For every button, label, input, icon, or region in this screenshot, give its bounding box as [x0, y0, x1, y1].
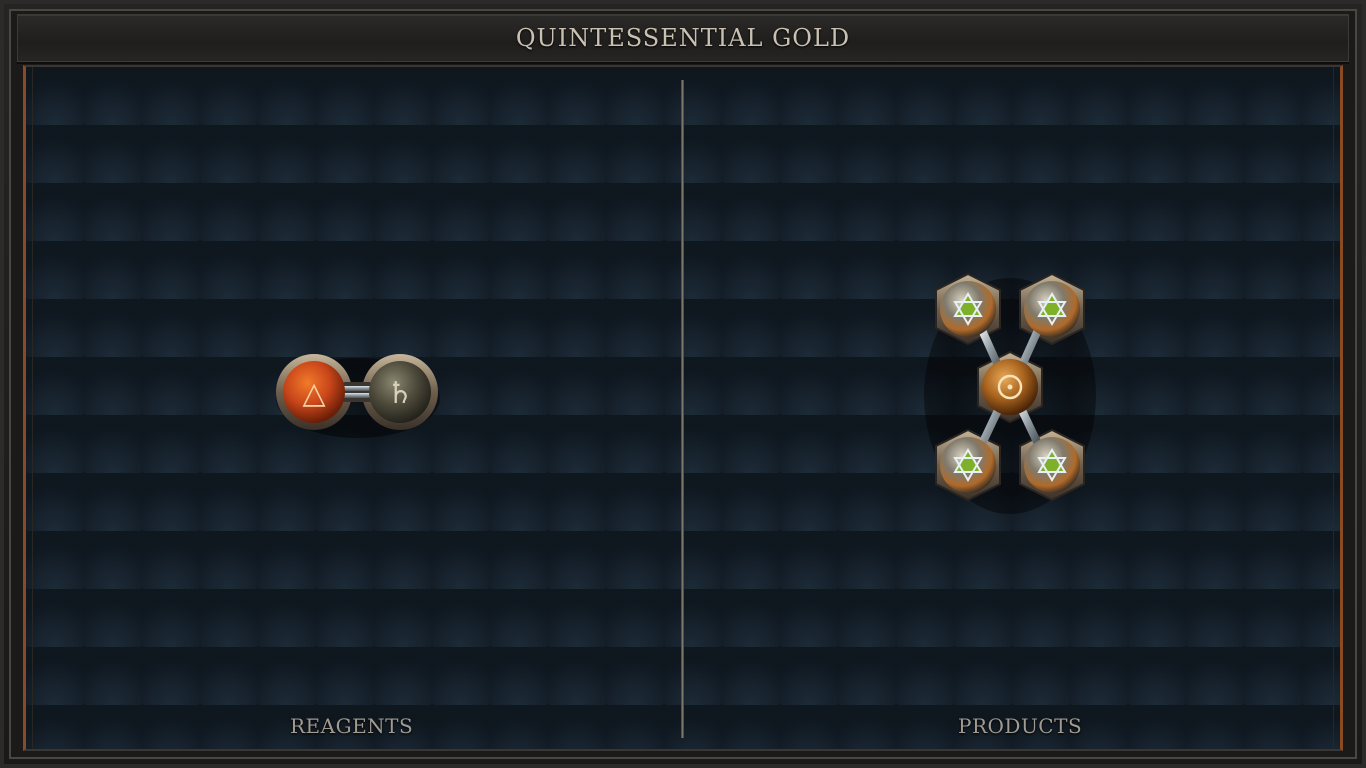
bond-bar-bottom [344, 393, 370, 398]
products-label: PRODUCTS [958, 714, 1083, 738]
title-bar: QUINTESSENTIAL GOLD [17, 14, 1349, 62]
bond-housing [342, 382, 372, 402]
lead-symbol-icon: ♄ [387, 376, 414, 411]
product-molecule[interactable] [920, 268, 1100, 518]
reagents-label: REAGENTS [290, 714, 414, 738]
page-title: QUINTESSENTIAL GOLD [515, 24, 851, 52]
reagent-molecule[interactable]: △ ♄ [272, 342, 442, 442]
fire-symbol-icon: △ [302, 376, 325, 411]
bond-bar-top [344, 386, 370, 391]
panel-divider [681, 80, 684, 738]
